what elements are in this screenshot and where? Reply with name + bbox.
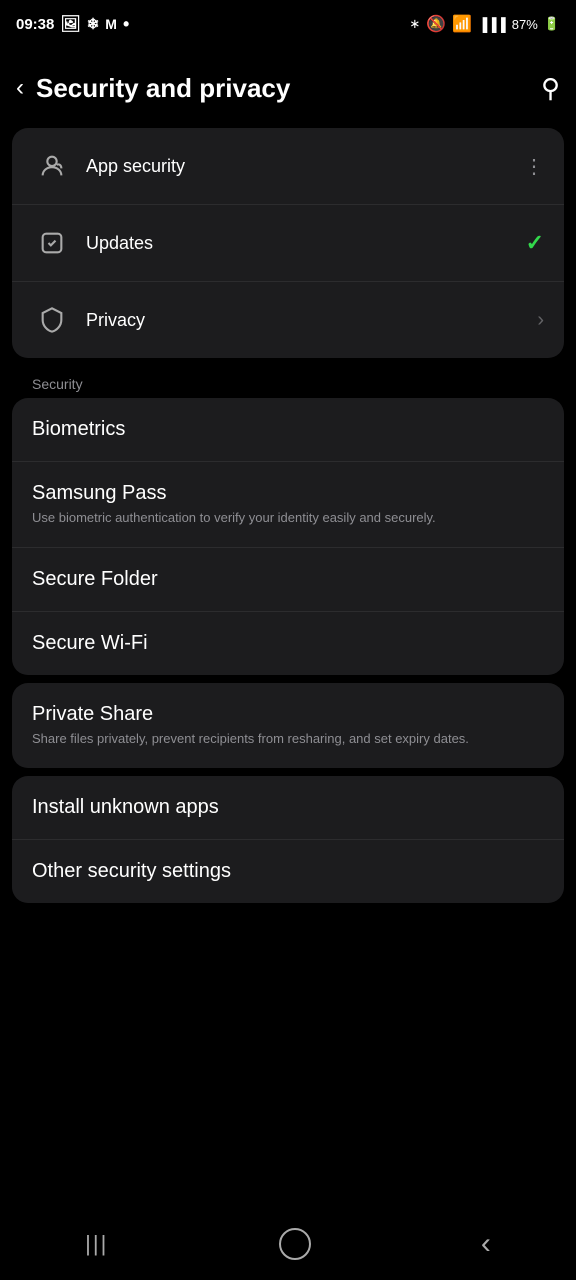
list-item[interactable]: Samsung Pass Use biometric authenticatio… bbox=[12, 462, 564, 548]
other-security-label: Other security settings bbox=[32, 860, 544, 883]
list-item[interactable]: Privacy › bbox=[12, 282, 564, 358]
list-item[interactable]: Secure Wi-Fi bbox=[12, 612, 564, 675]
bottom-settings-card: Install unknown apps Other security sett… bbox=[12, 776, 564, 903]
wifi-icon: 📶 bbox=[452, 14, 472, 34]
snowflake-icon: ❄ bbox=[87, 15, 100, 33]
app-security-icon bbox=[32, 146, 72, 186]
list-item[interactable]: App security ⋮ bbox=[12, 128, 564, 205]
app-security-label: App security bbox=[86, 156, 514, 177]
privacy-icon bbox=[32, 300, 72, 340]
privacy-suffix: › bbox=[537, 309, 544, 332]
dot-icon: • bbox=[123, 14, 129, 35]
signal-icon: ▐▐▐ bbox=[478, 17, 506, 32]
bluetooth-icon: ∗ bbox=[409, 16, 420, 32]
gmail-icon: M bbox=[105, 16, 117, 32]
updates-suffix: ✓ bbox=[526, 230, 544, 256]
back-nav-button[interactable]: ‹ bbox=[481, 1227, 491, 1261]
header: ‹ Security and privacy ⚲ bbox=[0, 48, 576, 128]
list-item[interactable]: Private Share Share files privately, pre… bbox=[12, 683, 564, 768]
list-item[interactable]: Other security settings bbox=[12, 840, 564, 903]
updates-icon bbox=[32, 223, 72, 263]
check-icon: ✓ bbox=[526, 230, 544, 255]
private-share-label: Private Share bbox=[32, 703, 544, 726]
nav-bar: ||| ‹ bbox=[0, 1208, 576, 1280]
time-display: 09:38 bbox=[16, 16, 54, 33]
recent-apps-button[interactable]: ||| bbox=[85, 1231, 108, 1257]
status-bar: 09:38 🖼 ❄ M • ∗ 🔕 📶 ▐▐▐ 87% 🔋 bbox=[0, 0, 576, 48]
gallery-icon: 🖼 bbox=[60, 14, 80, 34]
private-share-subtitle: Share files privately, prevent recipient… bbox=[32, 730, 544, 748]
list-item[interactable]: Updates ✓ bbox=[12, 205, 564, 282]
security-card: Biometrics Samsung Pass Use biometric au… bbox=[12, 398, 564, 675]
more-options-icon[interactable]: ⋮ bbox=[524, 156, 544, 178]
private-share-card[interactable]: Private Share Share files privately, pre… bbox=[12, 683, 564, 768]
battery-percent: 87% bbox=[512, 17, 538, 32]
back-button[interactable]: ‹ bbox=[16, 74, 24, 102]
samsung-pass-label: Samsung Pass bbox=[32, 482, 544, 505]
search-button[interactable]: ⚲ bbox=[541, 73, 560, 104]
header-left: ‹ Security and privacy bbox=[16, 73, 290, 104]
secure-wifi-label: Secure Wi-Fi bbox=[32, 632, 544, 655]
install-unknown-label: Install unknown apps bbox=[32, 796, 544, 819]
main-content: App security ⋮ Updates ✓ bbox=[0, 128, 576, 903]
security-section-label: Security bbox=[12, 366, 564, 398]
battery-icon: 🔋 bbox=[544, 16, 560, 32]
list-item[interactable]: Install unknown apps bbox=[12, 776, 564, 840]
list-item[interactable]: Biometrics bbox=[12, 398, 564, 462]
privacy-label: Privacy bbox=[86, 310, 527, 331]
list-item[interactable]: Secure Folder bbox=[12, 548, 564, 612]
samsung-pass-subtitle: Use biometric authentication to verify y… bbox=[32, 509, 544, 527]
top-settings-card: App security ⋮ Updates ✓ bbox=[12, 128, 564, 358]
app-security-suffix: ⋮ bbox=[524, 154, 544, 179]
updates-label: Updates bbox=[86, 233, 516, 254]
page-title: Security and privacy bbox=[36, 73, 290, 104]
biometrics-label: Biometrics bbox=[32, 418, 544, 441]
status-time: 09:38 🖼 ❄ M • bbox=[16, 14, 129, 35]
secure-folder-label: Secure Folder bbox=[32, 568, 544, 591]
status-indicators: ∗ 🔕 📶 ▐▐▐ 87% 🔋 bbox=[409, 14, 560, 34]
chevron-right-icon: › bbox=[537, 309, 544, 331]
home-button[interactable] bbox=[279, 1228, 311, 1260]
mute-icon: 🔕 bbox=[426, 14, 446, 34]
